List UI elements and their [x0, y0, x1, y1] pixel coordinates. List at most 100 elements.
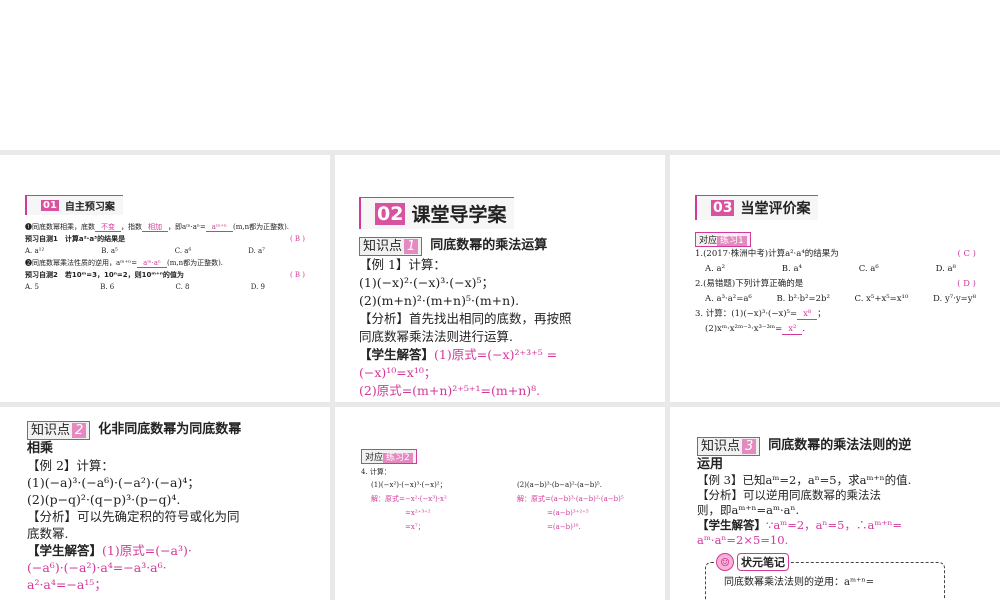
practice-tag: 对应 练习2 — [361, 449, 417, 464]
text-line: (1)(−a)³·(−a⁶)·(−a²)·(−a)⁴； — [27, 475, 200, 490]
text-line: (−a⁶)·(−a²)·a⁴=−a³·a⁶· — [27, 560, 167, 575]
text-line: 3 — [742, 439, 757, 454]
section-header: 03 当堂评价案 — [695, 195, 819, 220]
text-line: C. a⁶ — [174, 247, 192, 255]
text-line: 【分析】首先找出相同的底数，再按照 — [359, 311, 572, 326]
text-line: 知识点 — [363, 239, 403, 254]
text-line: 【学生解答】 — [359, 347, 435, 362]
text-line: 对应 — [365, 453, 384, 463]
text-line: ( D ) — [957, 279, 976, 289]
text-line: 1 — [404, 239, 419, 254]
question-2: 2.(易错题)下列计算正确的是 ( D ) — [695, 277, 976, 292]
text-line: D. a⁸ — [935, 264, 956, 274]
text-line: 2 — [72, 423, 87, 438]
text-line: 底数幂. — [27, 526, 69, 541]
text-line: 解：原式=−x²·(−x³)·x² — [371, 495, 447, 503]
text-line: (1)原式=(−x)²⁺³⁺⁵ = — [434, 347, 558, 362]
knowledge-point: 知识点 3 同底数幂的乘法法则的逆 — [697, 437, 976, 456]
text-line: 同底数幂的乘法运算 — [430, 238, 548, 253]
slide-practice-2[interactable]: 对应 练习2 4. 计算： (1)(−x²)·(−x)³·(−x)²； 解：原式=… — [335, 407, 665, 600]
options-q1: A. a² B. a⁴ C. a⁶ D. a⁸ — [695, 262, 976, 277]
text-line: 则，即aᵐ⁺ⁿ=aᵐ·aⁿ. — [697, 503, 800, 517]
text-line: 2.(易错题)下列计算正确的是 — [695, 279, 804, 289]
section-title: 当堂评价案 — [740, 201, 811, 217]
question-3a: 3. 计算：(1)(−x)³·(−x)⁵= x⁸； — [695, 309, 826, 320]
knowledge-point: 知识点 2 化非同底数幂为同底数幂 — [27, 421, 306, 440]
text-line: (2)(a−b)³·(b−a)²·(a−b)⁵. — [517, 481, 602, 489]
text-line: =(a−b)¹⁰. — [547, 523, 581, 531]
question-4-parts: (1)(−x²)·(−x)³·(−x)²； 解：原式=−x²·(−x³)·x² … — [361, 478, 645, 534]
text-line: 解：原式=(a−b)³·(a−b)²·(a−b)⁵ — [517, 495, 624, 503]
slide-preview-study[interactable]: 01 自主预习案 ❶同底数幂相乘，底数 不变 ，指数 相加 ，即aᵐ·aⁿ= aᵐ⁺ⁿ (m,… — [0, 155, 330, 402]
text-line: 知识点 — [31, 423, 71, 438]
text-line: ，指数 — [121, 223, 142, 231]
text-line: C. x⁵+x⁵=x¹⁰ — [854, 294, 909, 304]
rule-line-1: ❶同底数幂相乘，底数 不变 ，指数 相加 ，即aᵐ·aⁿ= aᵐ⁺ⁿ (m,n都为正整数). — [25, 221, 305, 233]
text-line: ( C ) — [957, 249, 976, 259]
text-line: 1.(2017·株洲中考)计算a²·a⁴的结果为 — [695, 249, 839, 259]
knowledge-point-title-cont: 相乘 — [27, 441, 54, 456]
section-title: 课堂导学案 — [411, 204, 507, 226]
text-line: 【学生解答】 — [697, 518, 766, 532]
text-line: 同底数幂的乘法法则的逆 — [768, 438, 912, 453]
self-test-2: 预习自测2 若10ᵐ=3，10ⁿ=2，则10ᵐ⁺ⁿ的值为 ( B ) — [25, 269, 305, 281]
text-line: x⁸ — [797, 309, 818, 320]
smiley-icon: ☺ — [716, 553, 734, 571]
options-1: A. a¹² B. a⁵ C. a⁶ D. a⁷ — [25, 245, 305, 257]
text-line: (1)(−x²)·(−x)³·(−x)²； — [371, 481, 447, 489]
text-line: 【学生解答】 — [27, 543, 103, 558]
text-line: (−x)¹⁰=x¹⁰； — [359, 365, 437, 380]
text-line: D. a⁷ — [248, 247, 265, 255]
text-line: (1)原式=(−a³)· — [102, 543, 192, 558]
text-line: C. a⁶ — [858, 264, 879, 274]
slide-classroom-guide[interactable]: 02 课堂导学案 知识点 1 同底数幂的乘法运算 【例 1】计算： (1)(−x)²·(… — [335, 155, 665, 402]
question-1: 1.(2017·株洲中考)计算a²·a⁴的结果为 ( C ) — [695, 247, 976, 262]
text-line: aᵐ⁺ⁿ — [205, 223, 233, 232]
text-line: 【例 1】计算： — [359, 257, 446, 272]
question-4: 4. 计算： — [361, 468, 391, 476]
slide-knowledge-point-3[interactable]: 知识点 3 同底数幂的乘法法则的逆 运用 【例 3】已知aᵐ=2，aⁿ=5，求aᵐ⁺… — [670, 407, 1000, 600]
text-line: C. 8 — [175, 283, 190, 291]
text-line: B. b²·b²=2b² — [776, 294, 830, 304]
example-2: 【例 2】计算： (1)(−a)³·(−a⁶)·(−a²)·(−a)⁴； (2)(p… — [27, 457, 306, 593]
text-line: 相加 — [142, 223, 168, 232]
text-line: =x²⁺³⁺² — [405, 509, 431, 517]
text-line: B. 6 — [100, 283, 115, 291]
text-line: A. 5 — [25, 283, 39, 291]
text-line: (m,n都为正整数). — [166, 259, 224, 267]
practice-tag: 对应 练习1 — [695, 232, 751, 247]
text-line: =(a−b)³⁺²⁺⁵ — [547, 509, 589, 517]
text-line: ，即aᵐ·aⁿ= — [168, 223, 206, 231]
text-line: (2)xᵐ·x²ᵐ⁻³·x³⁻³ᵐ= — [705, 324, 783, 334]
section-header: 02 课堂导学案 — [359, 197, 515, 229]
text-line: aᵐ·aⁿ=2×5=10. — [697, 533, 789, 547]
section-title: 自主预习案 — [64, 202, 115, 213]
text-line: (m,n都为正整数). — [232, 223, 290, 231]
text-line: ( B ) — [289, 271, 305, 279]
section-number: 01 — [41, 200, 59, 211]
knowledge-point: 知识点 1 同底数幂的乘法运算 — [359, 237, 641, 256]
text-line: a²·a⁴=−a¹⁵； — [27, 577, 107, 592]
text-line: ❶同底数幂相乘，底数 — [25, 223, 95, 231]
self-test-1: 预习自测1 计算a²·a³的结果是 ( B ) — [25, 233, 305, 245]
slide-knowledge-point-2[interactable]: 知识点 2 化非同底数幂为同底数幂 相乘 【例 2】计算： (1)(−a)³·(−a⁶… — [0, 407, 330, 600]
text-line: 【例 2】计算： — [27, 458, 114, 473]
text-line: (2)(m+n)²·(m+n)⁵·(m+n). — [359, 293, 520, 308]
text-line: x² — [782, 324, 803, 335]
text-line: 3. 计算：(1)(−x)³·(−x)⁵= — [695, 309, 798, 319]
text-line: A. a³·a²=a⁶ — [705, 294, 752, 304]
text-line: D. 9 — [250, 283, 265, 291]
text-line: 预习自测2 若10ᵐ=3，10ⁿ=2，则10ᵐ⁺ⁿ的值为 — [25, 271, 184, 279]
text-line: A. a¹² — [25, 247, 45, 255]
text-line: 知识点 — [701, 439, 741, 454]
text-line: B. a⁴ — [781, 264, 802, 274]
text-line: 【分析】可以逆用同底数幂的乘法法 — [697, 488, 881, 502]
text-line: 【例 3】已知aᵐ=2，aⁿ=5，求aᵐ⁺ⁿ的值. — [697, 473, 912, 487]
notes-title: 状元笔记 — [737, 553, 789, 571]
section-number: 02 — [375, 202, 406, 225]
text-line: ( B ) — [289, 235, 305, 243]
text-line: A. a² — [705, 264, 726, 274]
slide-assessment[interactable]: 03 当堂评价案 对应 练习1 1.(2017·株洲中考)计算a²·a⁴的结果为 ( … — [670, 155, 1000, 402]
text-line: 化非同底数幂为同底数幂 — [98, 422, 242, 437]
section-number: 03 — [711, 200, 735, 216]
